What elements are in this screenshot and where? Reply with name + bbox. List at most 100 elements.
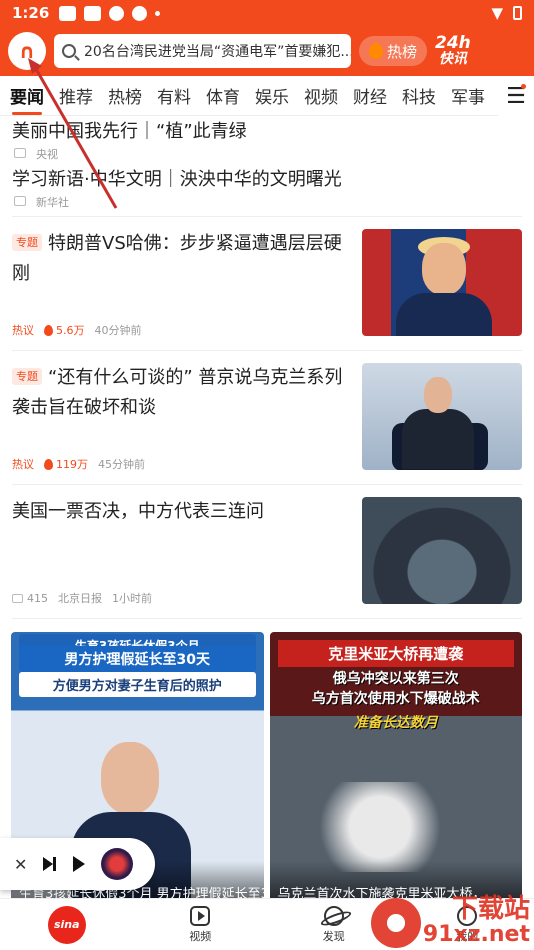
video-banner: 方便男方对妻子生育后的照护 bbox=[19, 672, 256, 697]
watermark-badge-icon bbox=[370, 898, 421, 948]
tab-keji[interactable]: 科技 bbox=[402, 83, 436, 108]
flame-icon bbox=[369, 43, 383, 59]
topic-tag: 专题 bbox=[12, 234, 42, 251]
sina-news-notification-icon bbox=[84, 5, 102, 21]
site-watermark: 下载站 91xz.net bbox=[370, 894, 530, 948]
thumbnail-figure-suit bbox=[396, 293, 492, 336]
kuaixun-bottom-label: 快讯 bbox=[438, 51, 467, 67]
tab-junshi[interactable]: 军事 bbox=[451, 83, 485, 108]
video-banner: 俄乌冲突以来第三次 bbox=[332, 671, 459, 687]
app-notification-icon bbox=[109, 5, 125, 21]
tab-rebang[interactable]: 热榜 bbox=[108, 83, 142, 108]
new-dot-badge bbox=[521, 84, 526, 89]
article-title-row: 专题 “还有什么可谈的” 普京说乌克兰系列袭击旨在破坏和谈 bbox=[12, 363, 350, 423]
watermark-line2: 91xz.net bbox=[422, 922, 530, 947]
article-thumbnail[interactable] bbox=[362, 363, 522, 470]
article-thumbnail[interactable] bbox=[362, 497, 522, 604]
thumbnail-figure-suit bbox=[402, 409, 474, 469]
tab-yule[interactable]: 娱乐 bbox=[255, 83, 289, 108]
anchor-head bbox=[101, 742, 159, 814]
tab-tuijian[interactable]: 推荐 bbox=[59, 83, 93, 108]
article-meta: 415 北京日报 1小时前 bbox=[12, 590, 350, 606]
article-item[interactable]: 专题 “还有什么可谈的” 普京说乌克兰系列袭击旨在破坏和谈 热议 119万 45分… bbox=[0, 351, 534, 484]
sina-notification-icon bbox=[59, 5, 77, 21]
hot-discussion-label: 热议 bbox=[12, 324, 34, 337]
article-title: 美国一票否决，中方代表三连问 bbox=[12, 501, 264, 522]
watermark-line1: 下载站 bbox=[451, 894, 530, 924]
comment-icon bbox=[12, 593, 23, 603]
article-item[interactable]: 专题 特朗普VS哈佛：步步紧逼遭遇层层硬刚 热议 5.6万 40分钟前 bbox=[0, 217, 534, 350]
planet-icon bbox=[323, 905, 344, 926]
next-track-button[interactable] bbox=[43, 857, 57, 871]
search-icon bbox=[62, 44, 76, 58]
article-thumbnail[interactable] bbox=[362, 229, 522, 336]
sina-logo-icon: sina bbox=[47, 905, 86, 944]
status-bar: 1:26 ▼ bbox=[0, 0, 534, 26]
nav-video-label: 视频 bbox=[189, 929, 212, 943]
album-art-disc[interactable] bbox=[101, 848, 134, 880]
more-notifications-dot bbox=[155, 10, 161, 16]
video-banner: 男方护理假延长至30天 bbox=[19, 646, 256, 672]
hot-list-button[interactable]: 热榜 bbox=[359, 36, 428, 66]
tab-youliao[interactable]: 有料 bbox=[157, 83, 191, 108]
search-bar[interactable]: 20名台湾民进党当局“资通电军”首要嫌犯... bbox=[54, 34, 351, 68]
article-title: 特朗普VS哈佛：步步紧逼遭遇层层硬刚 bbox=[12, 233, 342, 284]
nav-home[interactable]: sina bbox=[0, 905, 134, 944]
close-player-button[interactable]: ✕ bbox=[14, 855, 27, 874]
tab-yaowen[interactable]: 要闻 bbox=[10, 83, 44, 115]
listen-headphones-button[interactable]: ∩ bbox=[8, 32, 46, 70]
heat-count: 119万 bbox=[44, 456, 88, 472]
channel-tabs: 要闻 推荐 热榜 有料 体育 娱乐 视频 财经 科技 军事 ☰ bbox=[0, 76, 534, 116]
article-time: 40分钟前 bbox=[94, 324, 142, 337]
article-title-row: 专题 特朗普VS哈佛：步步紧逼遭遇层层硬刚 bbox=[12, 229, 350, 289]
article-source: 北京日报 bbox=[58, 592, 102, 605]
article-item[interactable]: 美国一票否决，中方代表三连问 415 北京日报 1小时前 bbox=[0, 485, 534, 618]
flame-icon bbox=[44, 324, 53, 336]
top-news-title: 美丽中国我先行｜“植”此青绿 bbox=[12, 121, 247, 142]
wifi-icon: ▼ bbox=[491, 4, 503, 22]
notification-icons bbox=[59, 5, 161, 21]
hot-discussion-label: 热议 bbox=[12, 458, 34, 471]
topic-tag: 专题 bbox=[12, 368, 42, 385]
channel-menu-button[interactable]: ☰ bbox=[498, 76, 534, 116]
top-news-source: 新华社 bbox=[14, 194, 522, 210]
explosion-smoke bbox=[289, 782, 470, 872]
article-title: “还有什么可谈的” 普京说乌克兰系列袭击旨在破坏和谈 bbox=[12, 367, 343, 418]
video-card[interactable]: 克里米亚大桥再遭袭 俄乌冲突以来第三次 乌方首次使用水下爆破战术 准备长达数月 … bbox=[269, 632, 522, 912]
video-banner: 乌方首次使用水下爆破战术 bbox=[311, 691, 480, 707]
article-time: 45分钟前 bbox=[98, 458, 145, 471]
top-news-list: 美丽中国我先行｜“植”此青绿 央视 学习新语·中华文明｜泱泱中华的文明曙光 新华… bbox=[0, 116, 534, 210]
top-news-item[interactable]: 学习新语·中华文明｜泱泱中华的文明曙光 新华社 bbox=[12, 168, 522, 210]
top-news-source: 央视 bbox=[14, 146, 522, 162]
battery-icon bbox=[513, 6, 522, 20]
video-banner: 准备长达数月 bbox=[353, 715, 438, 731]
comment-count: 415 bbox=[12, 592, 48, 605]
headphones-icon: ∩ bbox=[18, 39, 36, 63]
app-notification-icon-2 bbox=[132, 5, 148, 21]
nav-video[interactable]: 视频 bbox=[134, 905, 268, 944]
thumbnail-figure-face bbox=[422, 243, 466, 295]
play-button[interactable] bbox=[73, 856, 86, 872]
top-news-item[interactable]: 美丽中国我先行｜“植”此青绿 央视 bbox=[12, 120, 522, 162]
heat-count: 5.6万 bbox=[44, 322, 85, 338]
heat-count-value: 119万 bbox=[56, 458, 88, 471]
tab-shipin[interactable]: 视频 bbox=[304, 83, 338, 108]
video-icon bbox=[190, 905, 211, 926]
article-time: 1小时前 bbox=[112, 592, 152, 605]
comment-count-value: 415 bbox=[27, 591, 48, 605]
hot-list-label: 热榜 bbox=[387, 42, 418, 61]
article-meta: 热议 5.6万 40分钟前 bbox=[12, 322, 350, 338]
flame-icon bbox=[44, 458, 53, 470]
tab-tiyu[interactable]: 体育 bbox=[206, 83, 240, 108]
24h-flash-news-button[interactable]: 24h 快讯 bbox=[435, 35, 471, 68]
top-news-title: 学习新语·中华文明｜泱泱中华的文明曙光 bbox=[12, 169, 342, 190]
tab-caijing[interactable]: 财经 bbox=[353, 83, 387, 108]
search-placeholder: 20名台湾民进党当局“资通电军”首要嫌犯... bbox=[84, 44, 351, 60]
heat-count-value: 5.6万 bbox=[56, 324, 85, 337]
top-bar: ∩ 20名台湾民进党当局“资通电军”首要嫌犯... 热榜 24h 快讯 bbox=[0, 26, 534, 76]
nav-discover-label: 发现 bbox=[322, 929, 345, 943]
video-banner: 克里米亚大桥再遭袭 bbox=[277, 640, 514, 667]
article-meta: 热议 119万 45分钟前 bbox=[12, 456, 350, 472]
thumbnail-figure-face bbox=[424, 377, 452, 413]
mini-audio-player: ✕ bbox=[0, 838, 155, 890]
